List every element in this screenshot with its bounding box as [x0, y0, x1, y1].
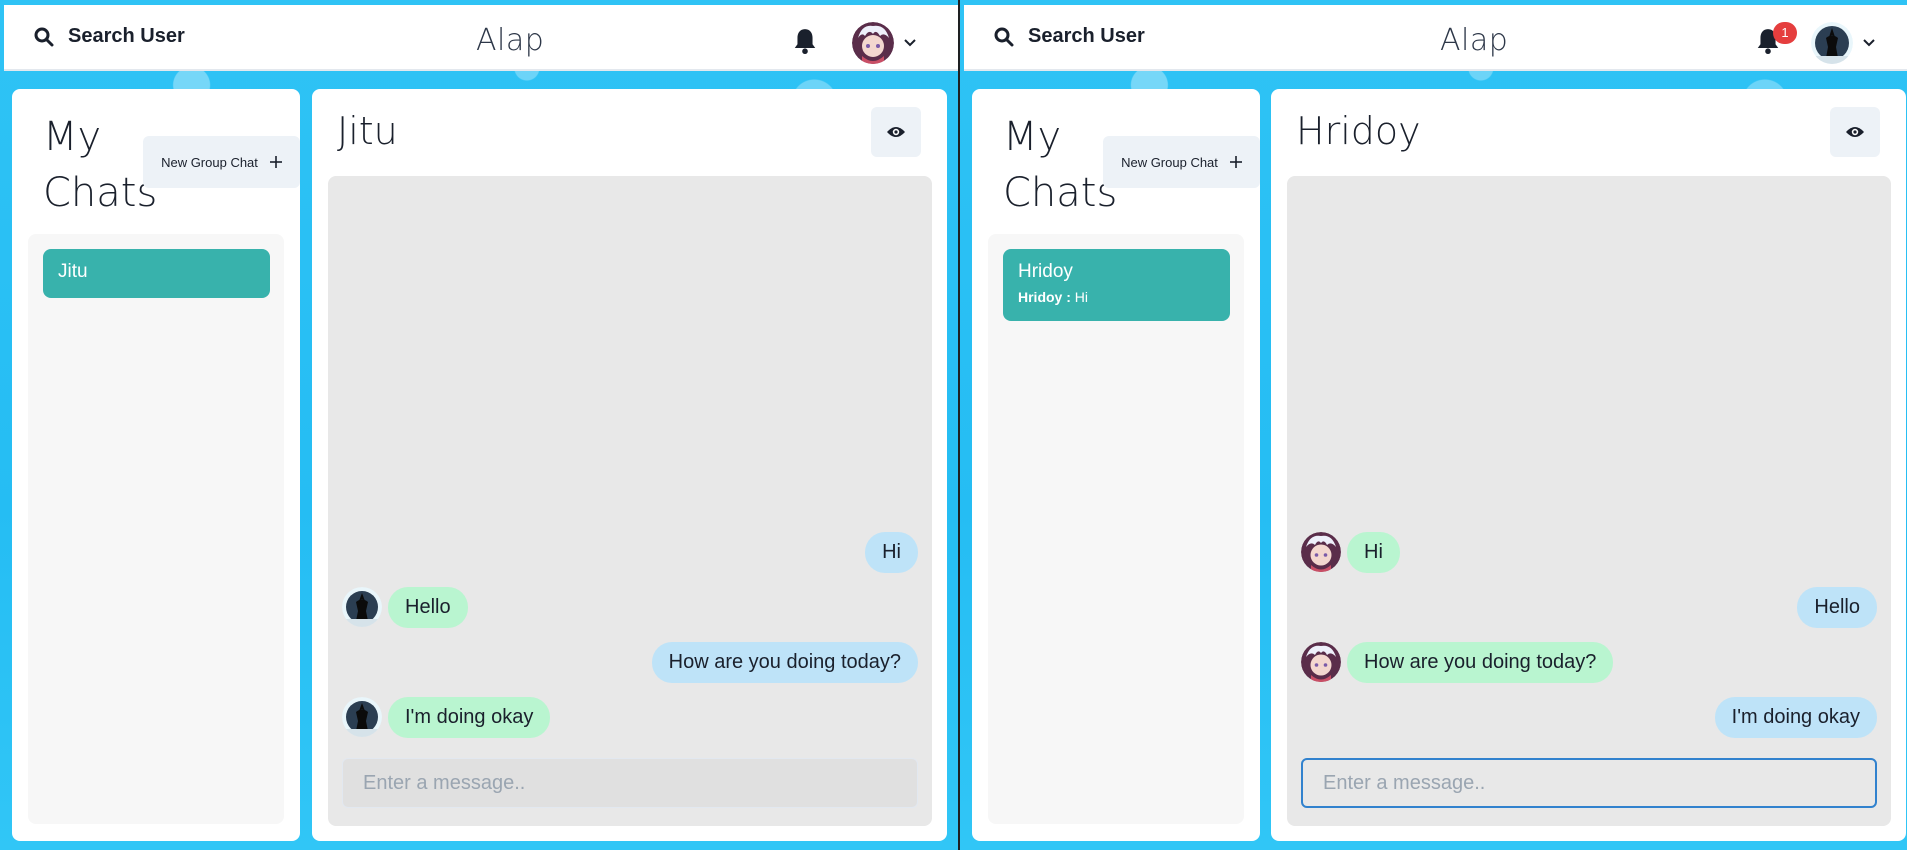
chat-list: Hridoy Hridoy : Hi: [988, 234, 1244, 824]
top-header: Search User Alap: [4, 5, 958, 71]
message-bubble: How are you doing today?: [651, 641, 918, 683]
bell-icon[interactable]: [792, 27, 818, 55]
message-row: How are you doing today?: [342, 640, 918, 684]
conversation-title: Hridoy: [1296, 109, 1421, 153]
new-group-chat-label: New Group Chat: [1121, 154, 1218, 170]
message-row: I'm doing okay: [1301, 695, 1877, 739]
message-bubble: Hi: [1347, 531, 1400, 573]
conversation-panel: Jitu Hi Hello How are you doing today? I…: [312, 89, 947, 841]
message-row: I'm doing okay: [342, 695, 918, 739]
message-bubble: Hi: [865, 531, 918, 573]
left-pane: Search User Alap My Chats New Group Chat…: [0, 0, 958, 850]
view-profile-button[interactable]: [1830, 107, 1880, 157]
chat-preview-text: Hi: [1074, 289, 1089, 305]
new-group-chat-button[interactable]: New Group Chat: [143, 136, 300, 188]
app-brand: Alap: [476, 23, 545, 58]
view-profile-button[interactable]: [871, 107, 921, 157]
eye-icon: [1846, 127, 1864, 137]
chat-item-name: Hridoy: [1018, 261, 1073, 282]
profile-menu[interactable]: [1811, 22, 1875, 64]
message-area[interactable]: Hi Hello How are you doing today? I'm do…: [1287, 176, 1891, 826]
plus-icon: [1229, 156, 1242, 168]
search-user-label: Search User: [1028, 25, 1145, 47]
app-brand: Alap: [1440, 23, 1509, 58]
plus-icon: [269, 156, 282, 168]
message-input[interactable]: [1301, 758, 1877, 808]
message-row: Hello: [1301, 585, 1877, 629]
message-bubble: Hello: [388, 586, 468, 628]
new-group-chat-label: New Group Chat: [161, 154, 258, 170]
message-bubble: I'm doing okay: [1714, 696, 1877, 738]
chat-list-item[interactable]: Jitu: [43, 249, 270, 298]
avatar: [852, 22, 894, 64]
conversation-panel: Hridoy Hi Hello How are you doing today?…: [1271, 89, 1906, 841]
my-chats-panel: My Chats New Group Chat Jitu: [12, 89, 300, 841]
message-input[interactable]: [342, 758, 918, 808]
message-bubble: Hello: [1797, 586, 1877, 628]
chat-list: Jitu: [28, 234, 284, 824]
search-user-button[interactable]: Search User: [34, 25, 185, 48]
message-row: Hi: [342, 530, 918, 574]
avatar: [342, 587, 382, 627]
chat-item-name: Jitu: [58, 261, 88, 282]
notification-badge: 1: [1773, 22, 1797, 44]
avatar: [1811, 22, 1853, 64]
profile-menu[interactable]: [852, 22, 916, 64]
new-group-chat-button[interactable]: New Group Chat: [1103, 136, 1260, 188]
conversation-title: Jitu: [337, 109, 398, 153]
chat-item-preview: Hridoy : Hi: [1018, 289, 1215, 305]
message-bubble: I'm doing okay: [388, 696, 551, 738]
message-row: Hi: [1301, 530, 1877, 574]
right-pane: Search User Alap 1 My Chats New Group Ch…: [960, 0, 1907, 850]
chevron-down-icon: [1863, 39, 1875, 47]
chevron-down-icon: [904, 39, 916, 47]
search-user-label: Search User: [68, 25, 185, 47]
avatar: [342, 697, 382, 737]
avatar: [1301, 532, 1341, 572]
chat-preview-sender: Hridoy :: [1018, 289, 1071, 305]
message-bubble: How are you doing today?: [1347, 641, 1614, 683]
top-header: Search User Alap 1: [964, 5, 1907, 71]
message-area[interactable]: Hi Hello How are you doing today? I'm do…: [328, 176, 932, 826]
avatar: [1301, 642, 1341, 682]
my-chats-title: My Chats: [1003, 114, 1118, 216]
eye-icon: [887, 127, 905, 137]
message-row: How are you doing today?: [1301, 640, 1877, 684]
search-icon: [34, 27, 54, 46]
my-chats-title: My Chats: [43, 114, 158, 216]
message-row: Hello: [342, 585, 918, 629]
search-icon: [994, 27, 1014, 46]
search-user-button[interactable]: Search User: [994, 25, 1145, 48]
my-chats-panel: My Chats New Group Chat Hridoy Hridoy : …: [972, 89, 1260, 841]
chat-list-item[interactable]: Hridoy Hridoy : Hi: [1003, 249, 1230, 321]
